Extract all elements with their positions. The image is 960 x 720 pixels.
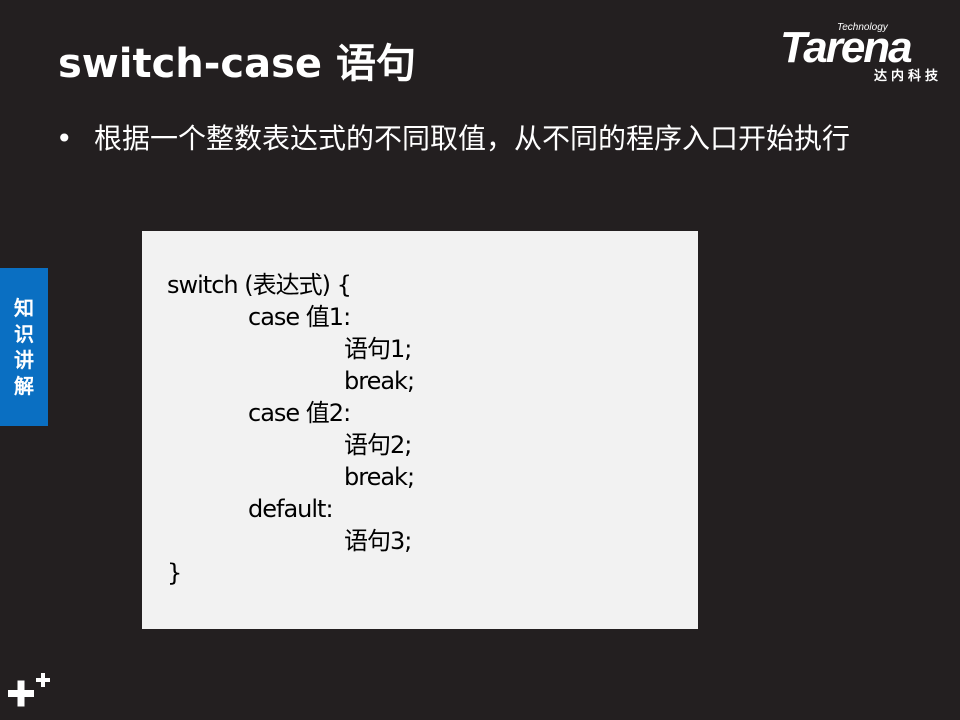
logo-subtitle: 达内科技 [873, 69, 942, 84]
side-tab-char: 知 [14, 296, 34, 320]
side-tab-char: 解 [14, 374, 34, 398]
code-line: } [167, 559, 182, 587]
bullet-text: 根据一个整数表达式的不同取值，从不同的程序入口开始执行 [94, 122, 851, 155]
code-line: 语句3; [344, 527, 412, 555]
code-line: 语句1; [344, 335, 412, 363]
code-line: case 值1: [248, 303, 351, 331]
plus-icon [8, 673, 50, 707]
code-line: default: [248, 495, 334, 523]
tarena-logo: Technology Tarena 达内科技 [780, 22, 946, 86]
side-tab-knowledge: 知 识 讲 解 [0, 268, 48, 426]
side-tab-char: 讲 [14, 348, 34, 372]
logo-name: Tarena [780, 23, 913, 72]
side-tab-char: 识 [14, 322, 34, 346]
code-line: 语句2; [344, 431, 412, 459]
code-line: break; [344, 463, 415, 491]
code-line: break; [344, 367, 415, 395]
code-box: switch (表达式) { case 值1: 语句1; break; case… [142, 231, 698, 629]
slide-title: switch-case 语句 [58, 41, 416, 87]
code-line: switch (表达式) { [167, 271, 352, 299]
code-line: case 值2: [248, 399, 351, 427]
bullet-dot-icon: • [56, 122, 73, 155]
bullet-point: • 根据一个整数表达式的不同取值，从不同的程序入口开始执行 [56, 120, 896, 158]
